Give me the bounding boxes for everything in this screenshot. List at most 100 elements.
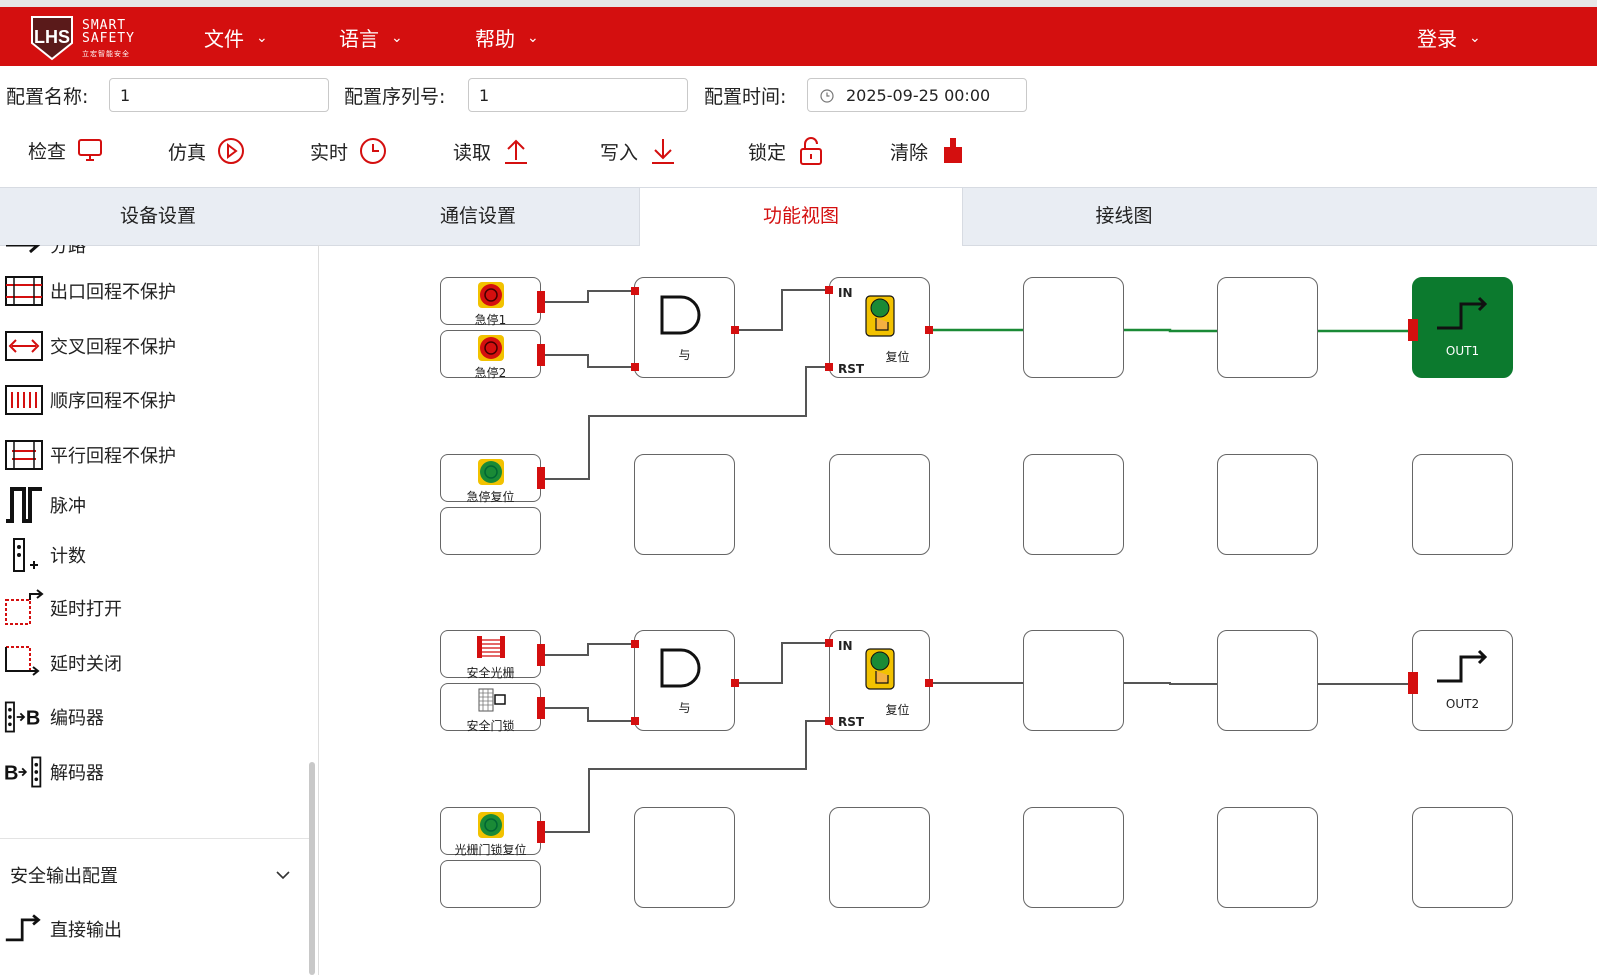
input-port[interactable]: [825, 363, 833, 371]
input-port[interactable]: [631, 717, 639, 725]
sidebar-item-delay-on[interactable]: 延时打开: [4, 586, 122, 630]
output-block-out1[interactable]: OUT1: [1412, 277, 1513, 378]
config-time-input[interactable]: 2025-09-25 00:00: [807, 78, 1027, 112]
empty-slot[interactable]: [829, 454, 930, 555]
sidebar-item-counter[interactable]: 计数: [4, 533, 86, 577]
input-port[interactable]: [825, 286, 833, 294]
reset-button-icon: [478, 812, 504, 838]
sidebar-item-parallel-return[interactable]: 平行回程不保护: [4, 433, 176, 477]
output-port[interactable]: [731, 326, 739, 334]
read-button[interactable]: 读取: [453, 136, 531, 166]
output-port[interactable]: [537, 467, 545, 489]
output-port[interactable]: [925, 326, 933, 334]
input-label: 急停2: [474, 366, 507, 380]
check-button[interactable]: 检查: [28, 136, 104, 164]
sidebar-item-encoder[interactable]: B 编码器: [4, 695, 104, 739]
empty-slot[interactable]: [1412, 807, 1513, 908]
simulate-button[interactable]: 仿真: [168, 136, 246, 166]
decoder-icon: B: [4, 752, 44, 792]
write-button[interactable]: 写入: [600, 136, 678, 166]
empty-slot[interactable]: [1217, 807, 1318, 908]
sidebar-item-exit-return[interactable]: 出口回程不保护: [4, 269, 176, 313]
reset-block[interactable]: IN 复位 RST: [829, 630, 930, 731]
output-port[interactable]: [537, 821, 545, 843]
input-block-door-lock[interactable]: 安全门锁: [440, 683, 541, 733]
input-block-curtain-lock-reset[interactable]: 光栅门锁复位: [440, 807, 541, 857]
realtime-button[interactable]: 实时: [310, 136, 388, 166]
play-circle-icon: [218, 138, 245, 164]
output-port[interactable]: [537, 697, 545, 719]
logo-subtitle: 立宏智能安全: [82, 50, 130, 58]
input-block-light-curtain[interactable]: 安全光栅: [440, 630, 541, 680]
empty-slot[interactable]: [634, 454, 735, 555]
pin-in-label: IN: [838, 286, 853, 300]
output-port[interactable]: [731, 679, 739, 687]
menu-language[interactable]: 语言 ⌄: [339, 23, 403, 52]
clear-button[interactable]: 清除: [890, 136, 968, 166]
sidebar-scrollbar[interactable]: [309, 762, 315, 975]
input-port[interactable]: [631, 640, 639, 648]
sidebar-item-decoder[interactable]: B 解码器: [4, 750, 104, 794]
empty-slot[interactable]: [1023, 454, 1124, 555]
sidebar-item-cross-return[interactable]: 交叉回程不保护: [4, 324, 176, 368]
config-serial-input[interactable]: 1: [468, 78, 688, 112]
sidebar-item-direct-output[interactable]: 直接输出: [4, 907, 122, 951]
empty-slot[interactable]: [829, 807, 930, 908]
exit-return-icon: [4, 271, 44, 311]
input-label: 安全门锁: [466, 719, 515, 733]
safety-output-config-header[interactable]: 安全输出配置: [10, 860, 290, 890]
output-port[interactable]: [925, 679, 933, 687]
and-gate-block[interactable]: 与: [634, 277, 735, 378]
output-port[interactable]: [537, 644, 545, 666]
unlock-icon: [800, 137, 823, 165]
reset-block[interactable]: IN 复位 RST: [829, 277, 930, 378]
input-block-estop1[interactable]: 急停1: [440, 277, 541, 327]
login-menu[interactable]: 登录 ⌄: [1417, 23, 1481, 52]
empty-slot[interactable]: [1217, 630, 1318, 731]
sidebar-item-pulse[interactable]: 脉冲: [4, 483, 86, 527]
empty-slot[interactable]: [1412, 454, 1513, 555]
empty-input-slot[interactable]: [440, 860, 541, 908]
output-port[interactable]: [537, 344, 545, 366]
empty-slot[interactable]: [1217, 277, 1318, 378]
menu-help[interactable]: 帮助 ⌄: [475, 23, 539, 52]
empty-slot[interactable]: [1023, 807, 1124, 908]
input-port[interactable]: [1408, 672, 1418, 694]
config-name-input[interactable]: 1: [109, 78, 329, 112]
menu-file[interactable]: 文件 ⌄: [204, 23, 268, 52]
output-port[interactable]: [537, 291, 545, 313]
input-block-estop2[interactable]: 急停2: [440, 330, 541, 380]
pin-in-label: IN: [838, 639, 853, 653]
tab-function-view[interactable]: 功能视图: [639, 188, 963, 246]
input-port[interactable]: [825, 717, 833, 725]
upload-arrow-icon: [505, 139, 528, 164]
input-block-estop-reset[interactable]: 急停复位: [440, 454, 541, 504]
output-label: OUT1: [1445, 344, 1480, 358]
and-gate-block[interactable]: 与: [634, 630, 735, 731]
lock-button[interactable]: 锁定: [748, 136, 826, 166]
tab-device-settings[interactable]: 设备设置: [0, 188, 316, 245]
empty-slot[interactable]: [1023, 630, 1124, 731]
input-port[interactable]: [631, 363, 639, 371]
input-port[interactable]: [631, 287, 639, 295]
output-block-out2[interactable]: OUT2: [1412, 630, 1513, 731]
and-gate-icon: [660, 648, 701, 688]
empty-slot[interactable]: [1023, 277, 1124, 378]
input-port[interactable]: [1408, 319, 1418, 341]
empty-slot[interactable]: [634, 807, 735, 908]
tab-communication-settings[interactable]: 通信设置: [318, 188, 638, 245]
logo-text-line2: SAFETY: [82, 31, 135, 46]
sidebar-item-delay-off[interactable]: 延时关闭: [4, 641, 122, 685]
sidebar-item-partial[interactable]: 分路: [4, 245, 86, 267]
input-label: 安全光栅: [466, 666, 515, 680]
light-curtain-icon: [477, 636, 505, 658]
tab-wiring-diagram[interactable]: 接线图: [963, 188, 1285, 245]
sidebar-item-sequence-return[interactable]: 顺序回程不保护: [4, 378, 176, 422]
wire: [930, 682, 1408, 685]
input-port[interactable]: [825, 639, 833, 647]
svg-text:B: B: [4, 762, 18, 784]
encoder-icon: B: [4, 697, 44, 737]
lock-label: 锁定: [748, 141, 787, 164]
empty-input-slot[interactable]: [440, 507, 541, 555]
empty-slot[interactable]: [1217, 454, 1318, 555]
